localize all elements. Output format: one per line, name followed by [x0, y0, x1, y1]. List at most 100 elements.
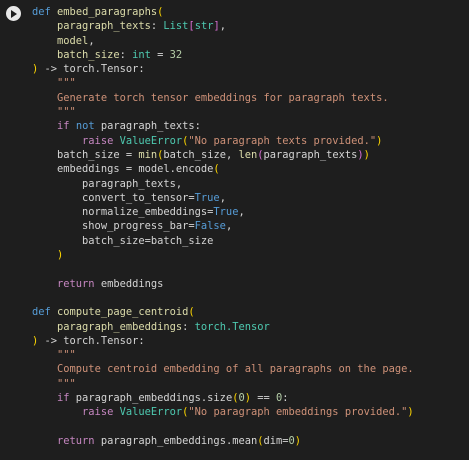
- code-token: """: [57, 349, 76, 362]
- code-token: ,: [88, 34, 95, 47]
- code-line: model,: [32, 34, 414, 48]
- code-token: =: [150, 48, 170, 61]
- code-line: raise ValueError("No paragraph embedding…: [32, 405, 414, 419]
- code-token: (: [213, 163, 220, 176]
- code-token: dim=: [263, 434, 289, 447]
- code-token: List: [163, 20, 189, 33]
- code-token: normalize_embeddings=: [32, 206, 214, 219]
- code-token: torch.Tensor: [194, 320, 270, 333]
- code-token: ,: [219, 20, 226, 33]
- code-token: int: [132, 48, 151, 61]
- code-token: return: [57, 434, 95, 447]
- code-token: def: [32, 6, 51, 18]
- code-token: :: [119, 48, 133, 61]
- code-token: embeddings: [94, 277, 164, 290]
- code-line: paragraph_embeddings: torch.Tensor: [32, 320, 414, 334]
- code-line: """: [32, 105, 414, 119]
- code-token: embed_paragraphs: [57, 6, 158, 18]
- code-token: return: [57, 277, 95, 290]
- code-token: paragraph_texts,: [32, 177, 183, 190]
- code-line: batch_size: int = 32: [32, 48, 414, 62]
- code-token: str: [194, 20, 214, 33]
- code-token: paragraph_embeddings.mean: [94, 434, 258, 447]
- code-token: raise: [82, 406, 114, 419]
- code-token: :: [282, 392, 289, 405]
- code-token: False: [194, 220, 226, 233]
- code-token: """: [57, 106, 76, 119]
- code-token: :: [150, 20, 164, 33]
- code-token: if: [57, 120, 70, 133]
- code-token: compute_page_centroid: [57, 306, 189, 319]
- code-token: not: [75, 120, 95, 133]
- code-line: embeddings = model.encode(: [32, 162, 414, 176]
- code-token: 32: [169, 48, 183, 61]
- code-token: """: [57, 77, 76, 90]
- code-line: ) -> torch.Tensor:: [32, 62, 414, 76]
- code-token: if: [57, 392, 70, 405]
- code-token: Compute centroid embedding of all paragr…: [57, 363, 414, 376]
- code-token: "No paragraph texts provided.": [188, 134, 377, 147]
- code-token: ==: [251, 392, 277, 405]
- code-token: Generate torch tensor embeddings for par…: [57, 91, 389, 104]
- code-token: batch_size=batch_size: [32, 234, 214, 247]
- run-cell-button[interactable]: [6, 6, 21, 21]
- code-token: """: [57, 377, 76, 390]
- code-line: """: [32, 348, 414, 362]
- code-token: paragraph_texts: [263, 148, 358, 161]
- code-token: raise: [82, 134, 114, 147]
- code-token: convert_to_tensor=: [32, 191, 195, 204]
- code-editor[interactable]: def embed_paragraphs( paragraph_texts: L…: [32, 5, 414, 448]
- code-line: """: [32, 377, 414, 391]
- code-cell[interactable]: def embed_paragraphs( paragraph_texts: L…: [0, 0, 469, 460]
- code-token: True: [194, 191, 220, 204]
- code-token: ): [363, 148, 370, 161]
- code-token: def: [32, 306, 51, 319]
- code-line: if not paragraph_texts:: [32, 119, 414, 133]
- code-line: """: [32, 76, 414, 90]
- code-line: Generate torch tensor embeddings for par…: [32, 91, 414, 105]
- code-line: normalize_embeddings=True,: [32, 205, 414, 219]
- code-line: ) -> torch.Tensor:: [32, 334, 414, 348]
- code-line: convert_to_tensor=True,: [32, 191, 414, 205]
- code-token: min: [138, 148, 158, 161]
- code-token: -> torch.Tensor:: [38, 334, 145, 347]
- code-token: len: [238, 148, 258, 161]
- code-token: (: [188, 306, 195, 319]
- code-token: True: [213, 206, 239, 219]
- code-token: ,: [238, 206, 245, 219]
- code-token: :: [182, 320, 195, 333]
- play-circle-icon: [11, 9, 17, 18]
- code-line: def embed_paragraphs(: [32, 5, 414, 19]
- code-token: ): [57, 249, 64, 262]
- code-line: paragraph_texts: List[str],: [32, 19, 414, 33]
- code-token: embeddings = model.encode: [32, 163, 214, 176]
- code-token: paragraph_texts:: [94, 120, 201, 133]
- code-token: paragraph_embeddings: [57, 320, 183, 333]
- code-line: batch_size=batch_size: [32, 234, 414, 248]
- code-line: raise ValueError("No paragraph texts pro…: [32, 134, 414, 148]
- code-token: ,: [225, 220, 233, 233]
- code-token: ,: [219, 191, 226, 204]
- code-line: ): [32, 248, 414, 262]
- code-token: model: [57, 34, 89, 47]
- code-token: batch_size =: [32, 148, 139, 161]
- code-token: paragraph_embeddings.size: [69, 392, 233, 405]
- code-line: batch_size = min(batch_size, len(paragra…: [32, 148, 414, 162]
- code-line: if paragraph_embeddings.size(0) == 0:: [32, 391, 414, 405]
